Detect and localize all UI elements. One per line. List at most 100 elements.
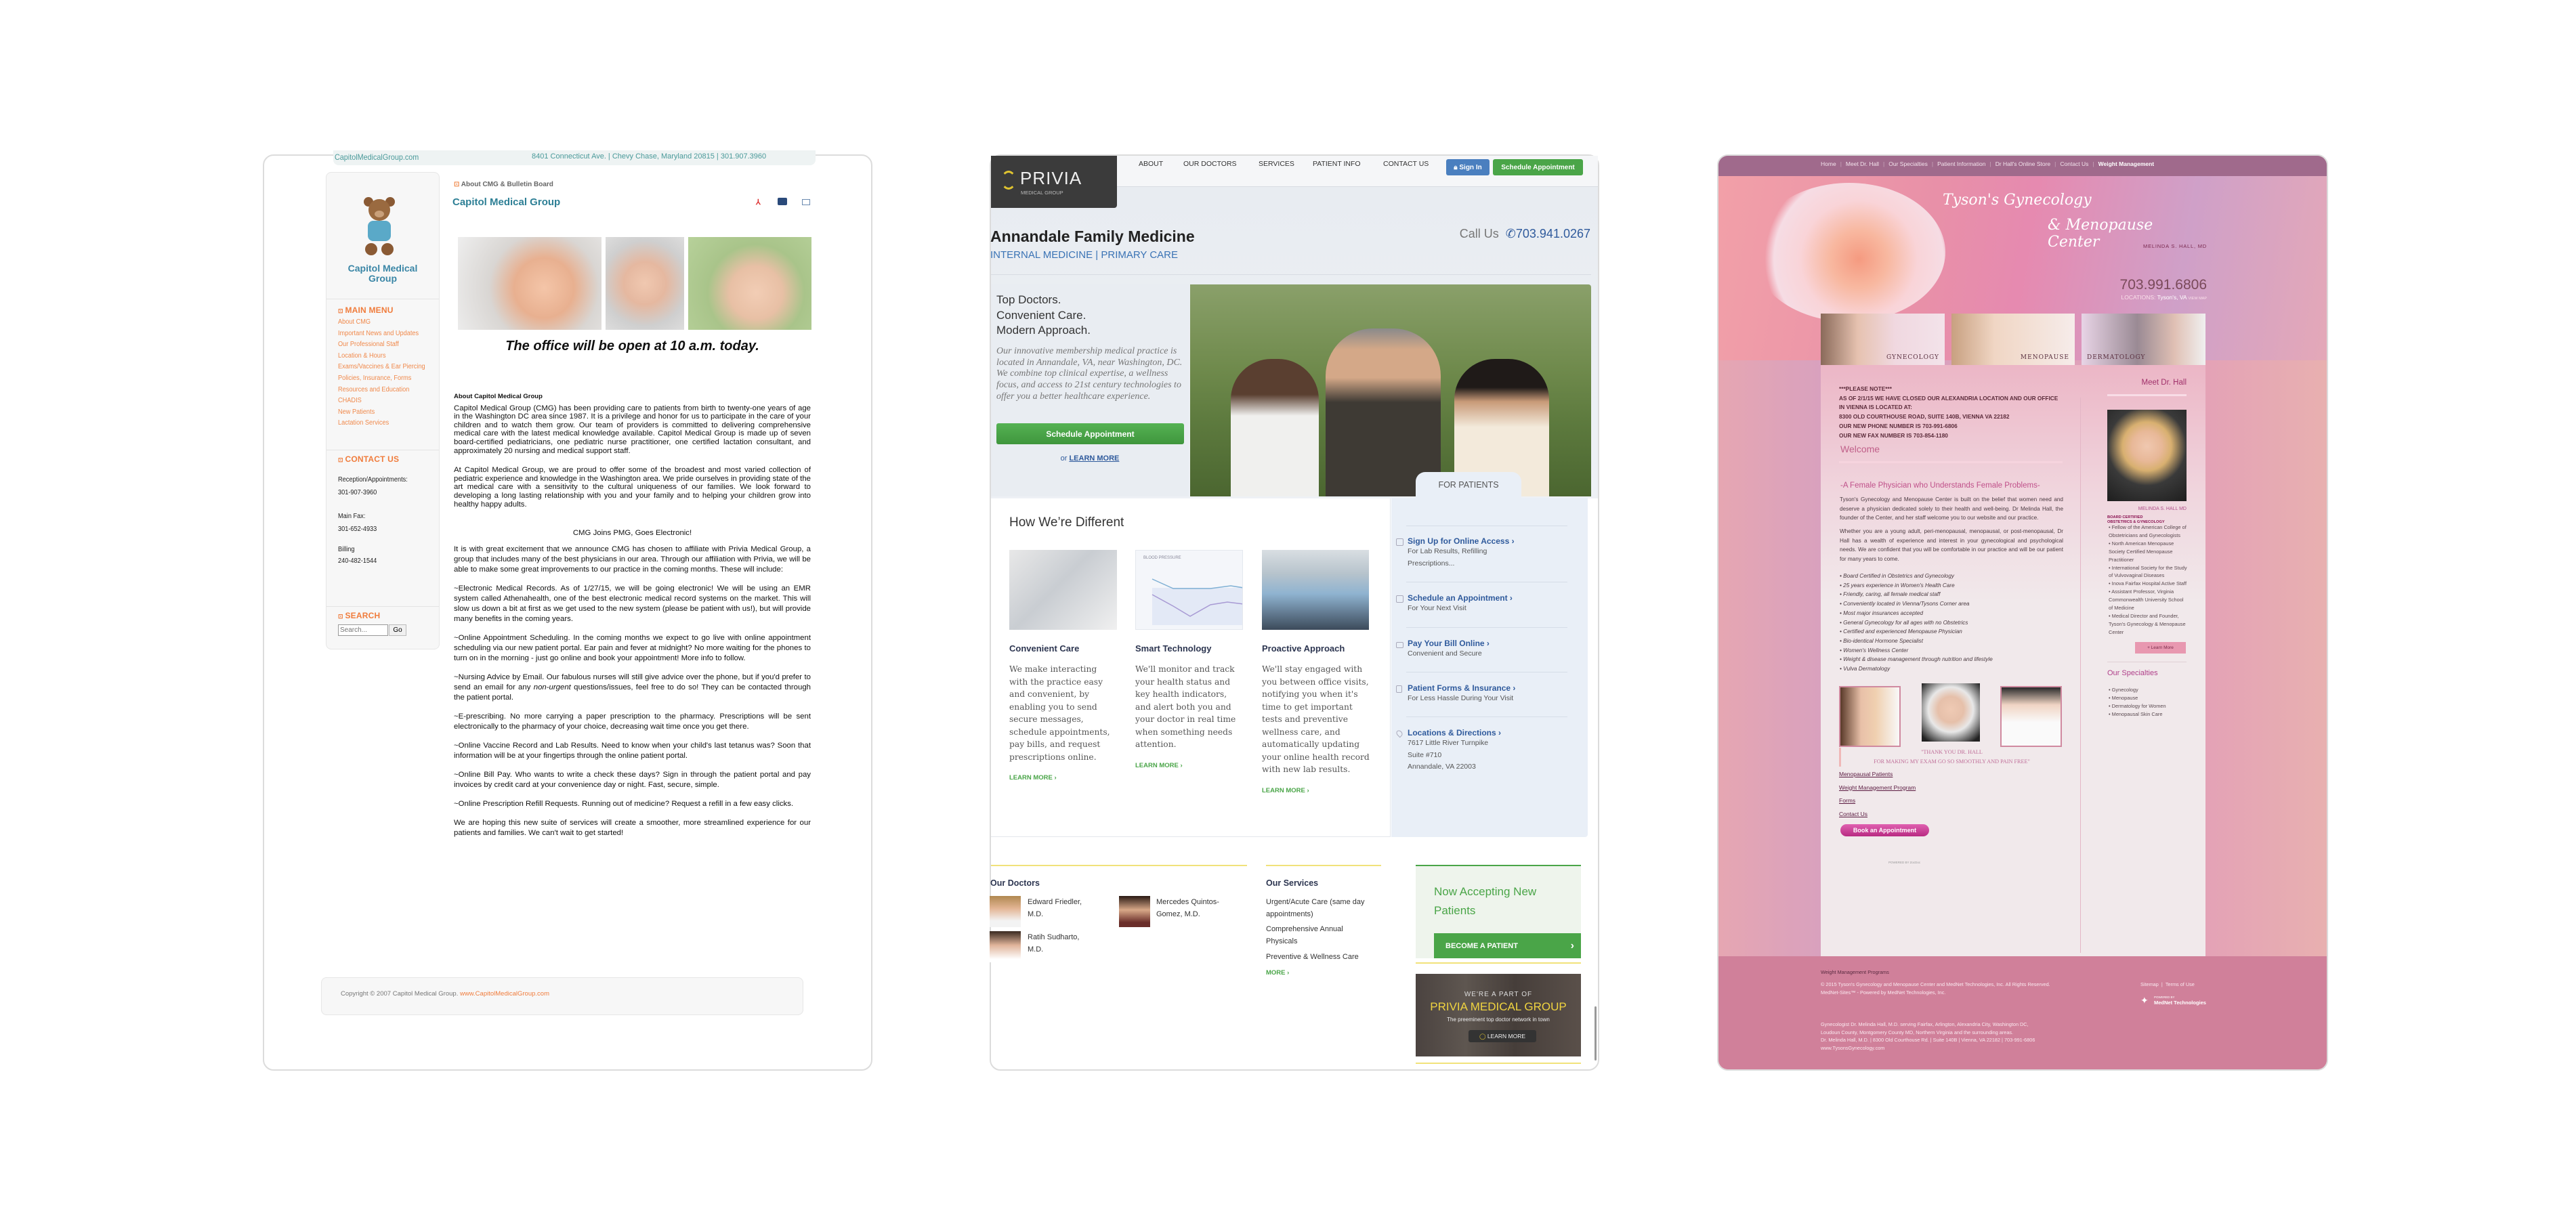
nav-item[interactable]: Meet Dr. Hall (1846, 161, 1879, 167)
main-menu-item[interactable]: Policies, Insurance, Forms (338, 375, 425, 386)
nav-item[interactable]: Weight Management (2098, 161, 2155, 167)
schedule-appointment-hero-button[interactable]: Schedule Appointment (996, 423, 1184, 444)
nav-item[interactable]: Home (1821, 161, 1836, 167)
feature-item: 25 years experience in Women's Health Ca… (1840, 581, 1993, 591)
privia-group-banner[interactable]: WE'RE A PART OF PRIVIA MEDICAL GROUP The… (1416, 974, 1581, 1056)
footer-website-link[interactable]: www.TysonsGynecology.com (1821, 1045, 1884, 1051)
sitemap-link[interactable]: Sitemap (2140, 981, 2159, 987)
credentials-list: Fellow of the American College of Obstet… (2109, 523, 2189, 637)
copyright: Copyright © 2007 Capitol Medical Group. … (341, 990, 549, 998)
book-appointment-button[interactable]: Book an Appointment (1840, 824, 1929, 836)
search-input[interactable] (338, 624, 388, 636)
nav-our-doctors[interactable]: OUR DOCTORS (1183, 160, 1237, 168)
privia-logo-sub: MEDICAL GROUP (1021, 190, 1063, 196)
patients-item-pay-bill[interactable]: Pay Your Bill Online › Convenient and Sec… (1396, 639, 1570, 660)
service-link[interactable]: Comprehensive Annual Physicals (1266, 924, 1368, 947)
capitol-site-link[interactable]: CapitolMedicalGroup.com (335, 152, 419, 162)
nav-item[interactable]: Contact Us (2060, 161, 2088, 167)
feature-item: Bio-identical Hormone Specialist (1840, 637, 1993, 646)
service-link[interactable]: Preventive & Wellness Care (1266, 951, 1388, 964)
privia-logo-ring-icon (1001, 171, 1016, 190)
terms-link[interactable]: Terms of Use (2166, 981, 2195, 987)
patients-item-forms[interactable]: Patient Forms & Insurance › For Less Hass… (1396, 683, 1570, 705)
main-menu-item[interactable]: Exams/Vaccines & Ear Piercing (338, 363, 425, 375)
nav-services[interactable]: SERVICES (1259, 160, 1294, 168)
rose-image (1753, 183, 1945, 322)
main-menu-item[interactable]: New Patients (338, 408, 425, 420)
nav-item[interactable]: Dr Hall's Online Store (1996, 161, 2050, 167)
footer-weight-management-link[interactable]: Weight Management Programs (1821, 969, 1889, 975)
feature-item: General Gynecology for all ages with no … (1840, 618, 1993, 628)
tile-menopause[interactable]: MENOPAUSE (1951, 314, 2075, 365)
main-menu-item[interactable]: About CMG (338, 318, 425, 330)
link-contact-us[interactable]: Contact Us (1839, 811, 1916, 824)
hero-learn-more[interactable]: or LEARN MORE (991, 454, 1189, 463)
email-icon[interactable] (802, 199, 810, 205)
main-menu-item[interactable]: CHADIS (338, 397, 425, 408)
main-menu-item[interactable]: Location & Hours (338, 352, 425, 364)
nav-item[interactable]: Patient Information (1937, 161, 1985, 167)
sidebar-divider (326, 606, 439, 607)
footer-copyright: © 2015 Tyson's Gynecology and Menopause … (1821, 981, 2050, 987)
credential-item: Inova Fairfax Hospital Active Staff (2109, 580, 2189, 588)
for-patients-tab[interactable]: FOR PATIENTS (1416, 472, 1521, 498)
doctor-avatar[interactable] (990, 896, 1021, 927)
notice-line: OUR NEW FAX NUMBER IS 703-854-1180 (1839, 431, 1948, 439)
tile-dermatology[interactable]: DERMATOLOGY (2082, 314, 2205, 365)
credential-item: Assistant Professor, Virginia Commonweal… (2109, 588, 2189, 612)
feature-item: Board Certified in Obstetrics and Gyneco… (1840, 572, 1993, 581)
nav-item[interactable]: Our Specialties (1888, 161, 1928, 167)
view-map-link[interactable]: VIEW MAP (2188, 297, 2207, 301)
learn-more-link[interactable]: LEARN MORE › (1009, 774, 1118, 782)
practice-title: Annandale Family Medicine (990, 228, 1195, 245)
credit-card-icon (1396, 642, 1403, 648)
nav-about[interactable]: ABOUT (1139, 160, 1163, 168)
patients-item-locations[interactable]: Locations & Directions › 7617 Little Rive… (1395, 728, 1570, 773)
schedule-appointment-header-button[interactable]: Schedule Appointment (1493, 159, 1583, 175)
hero-description: Our innovative membership medical practi… (996, 346, 1183, 402)
patients-item-schedule[interactable]: Schedule an Appointment › For Your Next V… (1396, 593, 1570, 615)
main-menu-item[interactable]: Our Professional Staff (338, 341, 425, 352)
specialties-heading: Our Specialties (2107, 669, 2158, 677)
print-icon[interactable] (778, 198, 787, 205)
call-us[interactable]: Call Us ✆703.941.0267 (1450, 227, 1590, 241)
arrow-icon: ⊡ (338, 456, 345, 463)
become-patient-button[interactable]: BECOME A PATIENT › (1434, 933, 1581, 958)
our-doctors-heading: Our Doctors (990, 878, 1040, 888)
main-menu-item[interactable]: Lactation Services (338, 419, 425, 431)
banner-learn-more-button[interactable]: ◯ LEARN MORE (1469, 1030, 1536, 1042)
link-menopausal-patients[interactable]: Menopausal Patients (1839, 771, 1916, 784)
specialty-item: Dermatology for Women (2109, 702, 2189, 710)
doctor-avatar[interactable] (990, 931, 1021, 962)
main-menu-item[interactable]: Resources and Education (338, 386, 425, 398)
intro-paragraph: Whether you are a young adult, peri-meno… (1840, 528, 2063, 562)
privia-ring-icon: ◯ (1479, 1033, 1487, 1040)
dr-hall-learn-more-button[interactable]: + Learn More (2135, 642, 2186, 654)
nav-patient-info[interactable]: PATIENT INFO (1313, 160, 1361, 168)
sign-in-button[interactable]: 🔒︎ Sign In (1446, 159, 1490, 175)
doctor-link-friedler[interactable]: Edward Friedler, M.D. (1028, 897, 1095, 920)
main-menu-item[interactable]: Important News and Updates (338, 330, 425, 341)
doctor-link-sudharto[interactable]: Ratih Sudharto, M.D. (1028, 932, 1089, 956)
pdf-icon[interactable]: ⅄ (756, 198, 763, 207)
patients-item-online-access[interactable]: Sign Up for Online Access › For Lab Resul… (1396, 536, 1570, 570)
service-link[interactable]: Urgent/Acute Care (same day appointments… (1266, 897, 1388, 920)
page-scrollbar[interactable] (1595, 1006, 1597, 1061)
doctor-avatar[interactable] (1119, 896, 1150, 927)
learn-more-link[interactable]: LEARN MORE (1069, 454, 1119, 463)
footer-site-link[interactable]: www.CapitolMedicalGroup.com (460, 990, 549, 998)
services-more-link[interactable]: MORE › (1266, 969, 1289, 977)
tile-label: GYNECOLOGY (1886, 354, 1939, 361)
link-forms[interactable]: Forms (1839, 797, 1916, 811)
learn-more-link[interactable]: LEARN MORE › (1262, 787, 1370, 794)
learn-more-link[interactable]: LEARN MORE › (1135, 762, 1244, 769)
blood-pressure-lines (1152, 578, 1242, 625)
tile-gynecology[interactable]: GYNECOLOGY (1821, 314, 1945, 365)
credential-item: North American Menopause Society Certifi… (2109, 540, 2189, 564)
about-heading: About Capitol Medical Group (454, 393, 543, 400)
nav-contact-us[interactable]: CONTACT US (1383, 160, 1429, 168)
doctor-link-quintos-gomez[interactable]: Mercedes Quintos-Gomez, M.D. (1156, 897, 1231, 920)
search-go-button[interactable]: Go (389, 624, 406, 636)
credential-item: Fellow of the American College of Obstet… (2109, 523, 2189, 540)
link-weight-management[interactable]: Weight Management Program (1839, 784, 1916, 798)
